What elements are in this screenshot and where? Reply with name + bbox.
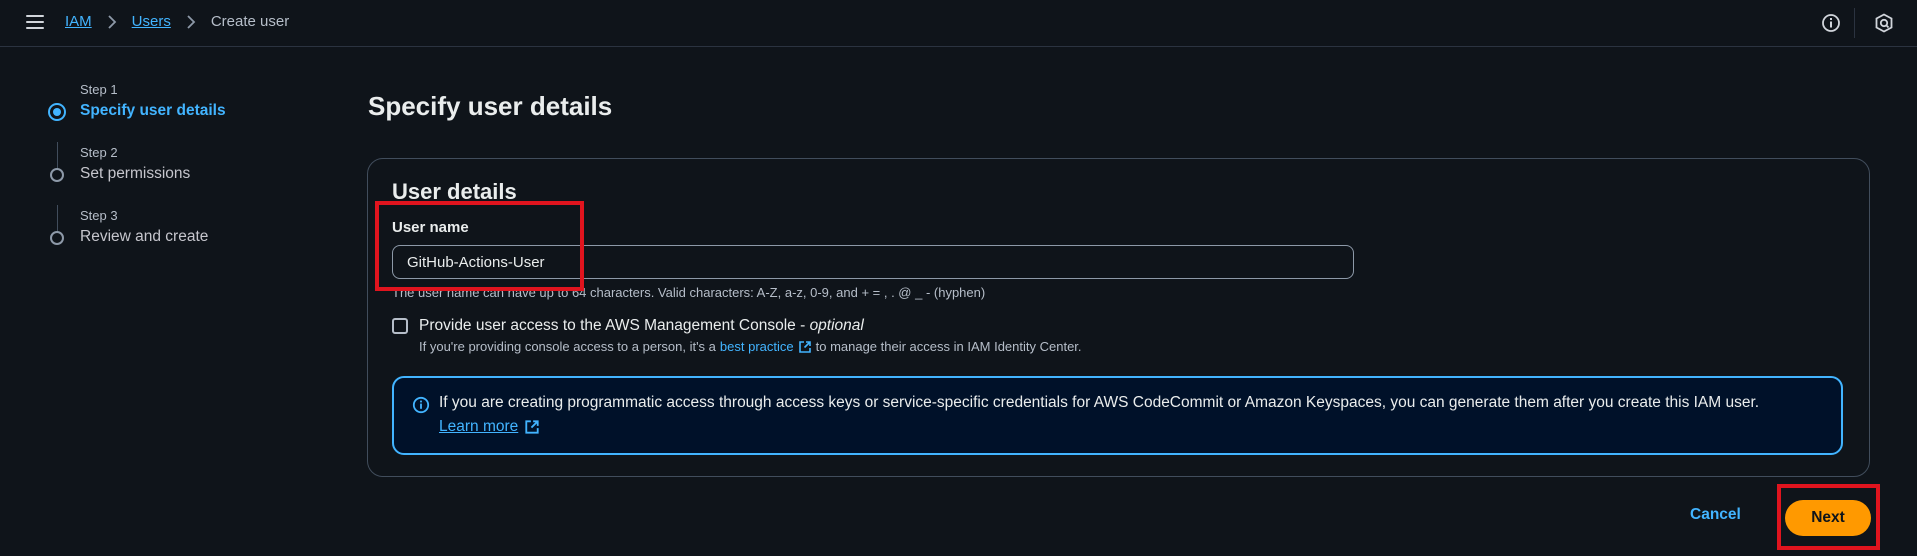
step-number: Step 1: [80, 82, 118, 97]
learn-more-label: Learn more: [439, 418, 519, 435]
description-text-after: to manage their access in IAM Identity C…: [815, 339, 1082, 354]
info-alert: If you are creating programmatic access …: [392, 376, 1843, 455]
info-circle-icon[interactable]: [1821, 13, 1841, 33]
optional-tag: optional: [809, 317, 864, 334]
step-label: Review and create: [80, 228, 209, 245]
step-1[interactable]: Step 1 Specify user details: [48, 80, 308, 143]
wizard-stepper: Step 1 Specify user details Step 2 Set p…: [48, 80, 308, 269]
info-circle-icon: [412, 396, 430, 414]
notification-icon[interactable]: [1874, 13, 1894, 33]
external-link-icon: [525, 420, 539, 434]
hamburger-menu-icon[interactable]: [26, 15, 44, 29]
step-2: Step 2 Set permissions: [48, 143, 308, 206]
console-access-checkbox[interactable]: [392, 318, 408, 334]
console-access-label[interactable]: Provide user access to the AWS Managemen…: [419, 317, 864, 335]
user-details-card: User details User name The user name can…: [367, 158, 1870, 477]
next-button[interactable]: Next: [1785, 500, 1871, 536]
step-label: Set permissions: [80, 165, 191, 182]
description-text: If you're providing console access to a …: [419, 339, 716, 354]
learn-more-link[interactable]: Learn more: [439, 418, 544, 436]
topbar-divider: [1854, 8, 1855, 38]
console-access-label-text: Provide user access to the AWS Managemen…: [419, 317, 810, 334]
cancel-button[interactable]: Cancel: [1690, 506, 1741, 524]
username-input[interactable]: [392, 245, 1354, 279]
username-hint: The user name can have up to 64 characte…: [392, 285, 986, 300]
breadcrumb-current: Create user: [210, 13, 290, 30]
best-practice-link[interactable]: best practice: [720, 339, 794, 354]
breadcrumb: IAM Users Create user: [65, 13, 289, 30]
step-indicator: [50, 168, 64, 182]
step-number: Step 2: [80, 145, 118, 160]
step-active-indicator: [48, 103, 66, 121]
breadcrumb-users-link[interactable]: Users: [132, 13, 171, 30]
card-title: User details: [392, 179, 517, 204]
alert-message: If you are creating programmatic access …: [439, 394, 1760, 411]
step-indicator: [50, 231, 64, 245]
console-access-description: If you're providing console access to a …: [419, 339, 1082, 354]
breadcrumb-iam-link[interactable]: IAM: [65, 13, 92, 30]
top-navigation-bar: IAM Users Create user: [0, 0, 1917, 47]
step-number: Step 3: [80, 208, 118, 223]
step-3: Step 3 Review and create: [48, 206, 308, 269]
step-label: Specify user details: [80, 102, 226, 119]
external-link-icon[interactable]: [798, 340, 812, 354]
page-title: Specify user details: [368, 91, 613, 121]
chevron-right-icon: [108, 14, 116, 29]
username-label: User name: [392, 219, 469, 236]
chevron-right-icon: [187, 14, 196, 29]
